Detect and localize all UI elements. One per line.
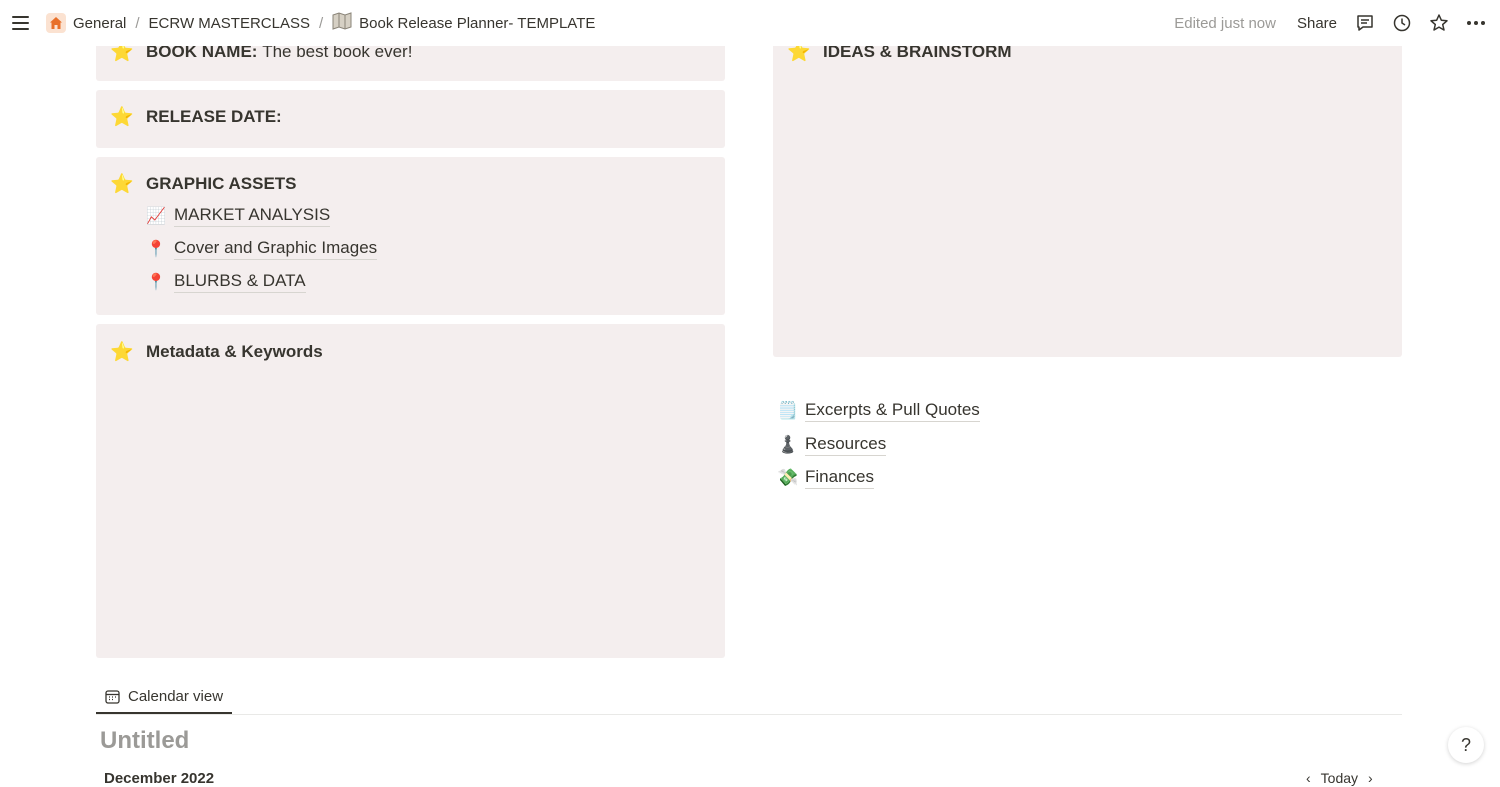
map-icon <box>332 12 352 34</box>
graphic-assets-row: ⭐ GRAPHIC ASSETS <box>110 174 297 194</box>
history-clock-icon[interactable] <box>1392 13 1412 33</box>
home-icon <box>46 13 66 33</box>
database-title[interactable]: Untitled <box>100 727 189 755</box>
metadata-row: ⭐ Metadata & Keywords <box>110 342 323 362</box>
market-analysis-link[interactable]: 📈 MARKET ANALYSIS <box>146 204 331 227</box>
calendar-icon <box>105 689 120 704</box>
chess-pawn-icon: ♟️ <box>777 434 799 454</box>
link-label[interactable]: Cover and Graphic Images <box>174 237 378 260</box>
breadcrumb-general[interactable]: General <box>46 13 126 33</box>
metadata-title: Metadata & Keywords <box>146 342 323 361</box>
breadcrumb-label: General <box>73 14 127 32</box>
database-view-tabs: Calendar view <box>96 680 1402 715</box>
excerpts-page-link[interactable]: 🗒️ Excerpts & Pull Quotes <box>777 399 980 422</box>
notepad-icon: 🗒️ <box>777 400 799 420</box>
release-date-label: RELEASE DATE: <box>146 107 282 126</box>
top-bar: General / ECRW MASTERCLASS / Book Releas… <box>0 0 1500 46</box>
release-date-row: ⭐ RELEASE DATE: <box>110 107 282 127</box>
resources-page-link[interactable]: ♟️ Resources <box>777 433 887 456</box>
pin-icon: 📍 <box>146 240 166 258</box>
more-options-icon[interactable] <box>1466 13 1486 33</box>
pin-icon: 📍 <box>146 273 166 291</box>
metadata-callout: ⭐ Metadata & Keywords <box>96 324 725 658</box>
cover-images-link[interactable]: 📍 Cover and Graphic Images <box>146 237 378 260</box>
tab-calendar-view[interactable]: Calendar view <box>96 680 233 714</box>
help-button[interactable]: ? <box>1448 727 1484 763</box>
calendar-month: December 2022 <box>104 770 215 787</box>
star-icon: ⭐ <box>110 173 134 195</box>
breadcrumb-separator: / <box>318 14 324 32</box>
breadcrumb-label: ECRW MASTERCLASS <box>148 14 310 32</box>
link-label[interactable]: Resources <box>805 433 887 456</box>
next-month-icon[interactable]: › <box>1368 770 1373 786</box>
today-button[interactable]: Today <box>1321 770 1358 786</box>
prev-month-icon[interactable]: ‹ <box>1306 770 1311 786</box>
link-label[interactable]: BLURBS & DATA <box>174 270 306 293</box>
breadcrumb-label: Book Release Planner- TEMPLATE <box>359 14 596 32</box>
edited-status: Edited just now <box>1174 14 1276 32</box>
share-button[interactable]: Share <box>1297 15 1337 32</box>
breadcrumb-book-release-planner[interactable]: Book Release Planner- TEMPLATE <box>332 12 595 34</box>
star-icon: ⭐ <box>110 106 134 128</box>
chart-increasing-icon: 📈 <box>146 207 166 225</box>
link-label[interactable]: Finances <box>805 466 874 489</box>
graphic-assets-callout: ⭐ GRAPHIC ASSETS 📈 MARKET ANALYSIS 📍 Cov… <box>96 157 725 315</box>
money-wings-icon: 💸 <box>777 467 799 487</box>
breadcrumb: General / ECRW MASTERCLASS / Book Releas… <box>46 0 595 46</box>
breadcrumb-separator: / <box>135 14 140 32</box>
comments-icon[interactable] <box>1355 13 1375 33</box>
breadcrumb-masterclass[interactable]: ECRW MASTERCLASS <box>149 15 310 32</box>
link-label[interactable]: Excerpts & Pull Quotes <box>805 399 980 422</box>
calendar-nav: ‹ Today › <box>1306 770 1373 786</box>
sidebar-menu-icon[interactable] <box>10 12 32 34</box>
tab-label: Calendar view <box>128 687 224 705</box>
finances-page-link[interactable]: 💸 Finances <box>777 466 874 489</box>
favorite-star-icon[interactable] <box>1429 13 1449 33</box>
ideas-callout: ⭐ IDEAS & BRAINSTORM <box>773 30 1402 357</box>
release-date-callout: ⭐ RELEASE DATE: <box>96 90 725 148</box>
blurbs-data-link[interactable]: 📍 BLURBS & DATA <box>146 270 306 293</box>
topbar-actions: Edited just now Share <box>1174 0 1500 46</box>
star-icon: ⭐ <box>110 341 134 363</box>
link-label[interactable]: MARKET ANALYSIS <box>174 204 331 227</box>
graphic-assets-title: GRAPHIC ASSETS <box>146 174 297 193</box>
